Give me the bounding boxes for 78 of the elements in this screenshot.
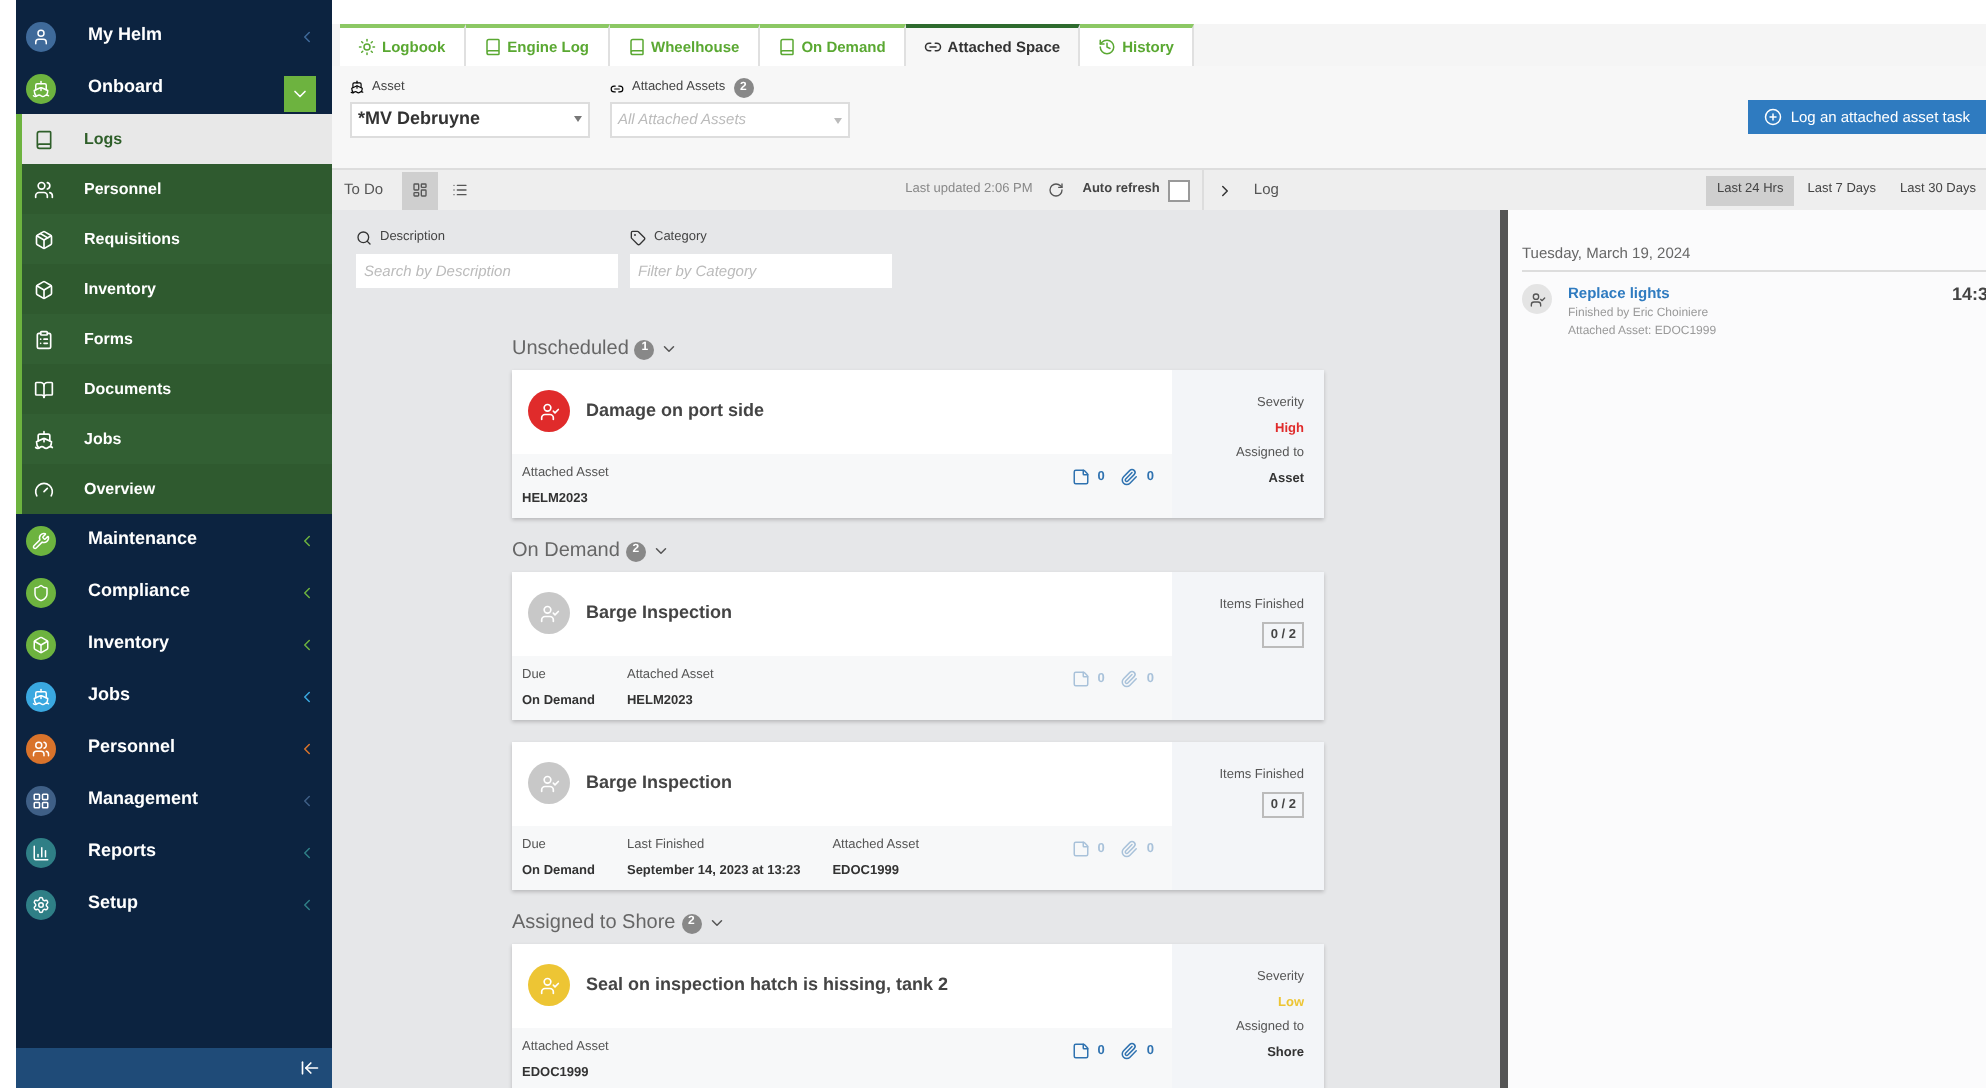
group-title: Unscheduled [512,336,629,365]
collapse-chevron-icon [298,843,316,861]
tab-icon [483,38,502,56]
item-icon [34,279,54,299]
sidebar-section[interactable]: Personnel [16,722,332,774]
sidebar-item[interactable]: Personnel [22,164,332,214]
collapse-chevron-icon [298,895,316,913]
sidebar-section[interactable]: Management [16,774,332,826]
asset-select[interactable]: *MV Debruyne [350,101,590,138]
sidebar-section[interactable]: Setup [16,878,332,930]
dropdown-arrow-icon [834,117,842,123]
attachment-icon[interactable] [1120,1042,1139,1061]
sidebar-section[interactable]: Compliance [16,566,332,618]
ship-icon [350,80,364,95]
sidebar-item[interactable]: Logs [22,114,332,164]
section-label: Management [88,786,199,813]
task-title: Seal on inspection hatch is hissing, tank 2 [586,972,949,998]
grid-icon [411,182,428,198]
sidebar-section[interactable]: Reports [16,826,332,878]
sidebar-item[interactable]: Jobs [22,414,332,464]
list-icon [451,182,468,198]
auto-refresh-checkbox[interactable] [1167,179,1190,201]
collapse-chevron-icon [298,791,316,809]
section-label: Inventory [88,630,170,657]
section-label: Compliance [88,578,191,605]
sidebar-section[interactable]: Maintenance [16,514,332,566]
section-label: My Helm [88,22,163,49]
task-title: Damage on port side [586,398,765,424]
search-icon [356,229,372,246]
sidebar-section[interactable]: Jobs [16,670,332,722]
group-title: Assigned to Shore [512,910,676,939]
collapse-chevron-icon [298,739,316,757]
group-title: On Demand [512,538,620,567]
item-icon [34,379,54,399]
collapse-chevron-icon [298,687,316,705]
task-title: Barge Inspection [586,770,733,796]
tab-icon [1098,38,1117,56]
section-label: Reports [88,838,157,865]
item-icon [34,329,54,349]
collapse-chevron-icon [298,635,316,653]
expand-icon [284,76,316,112]
sidebar-item[interactable]: Forms [22,314,332,364]
collapse-sidebar-icon[interactable] [300,1058,320,1078]
task-title: Barge Inspection [586,600,733,626]
collapse-chevron-icon [298,531,316,549]
item-icon [34,179,54,199]
tag-icon [630,229,646,246]
item-icon [34,479,54,499]
sidebar-section[interactable]: My Helm [16,10,332,62]
tab-icon [358,38,376,56]
section-label: Jobs [88,682,131,709]
sidebar-item[interactable]: Inventory [22,264,332,314]
collapse-chevron-icon [298,583,316,601]
tab-icon [923,38,942,56]
section-label: Setup [88,890,139,917]
dropdown-arrow-icon [574,116,582,123]
plus-icon [1764,108,1783,126]
notes-icon[interactable] [1071,1042,1090,1061]
section-label: Onboard [88,74,163,101]
sidebar-section[interactable]: Onboard [16,62,332,114]
item-icon [34,229,54,249]
log-entry-icon [1522,284,1552,315]
sidebar-section[interactable]: Inventory [16,618,332,670]
grid-view-button[interactable] [401,171,438,209]
sidebar-item[interactable]: Overview [22,464,332,514]
section-label: Personnel [88,734,176,761]
item-icon [34,129,54,149]
sidebar-item[interactable]: Documents [22,364,332,414]
sidebar-item[interactable]: Requisitions [22,214,332,264]
tab-icon [627,38,646,56]
item-icon [34,429,54,449]
tab-icon [777,38,796,56]
attachment-icon[interactable] [1120,468,1139,487]
collapse-chevron-icon [298,27,316,45]
section-label: Maintenance [88,526,198,553]
refresh-icon[interactable] [1048,182,1065,198]
link-icon [610,81,624,95]
notes-icon[interactable] [1071,468,1090,487]
